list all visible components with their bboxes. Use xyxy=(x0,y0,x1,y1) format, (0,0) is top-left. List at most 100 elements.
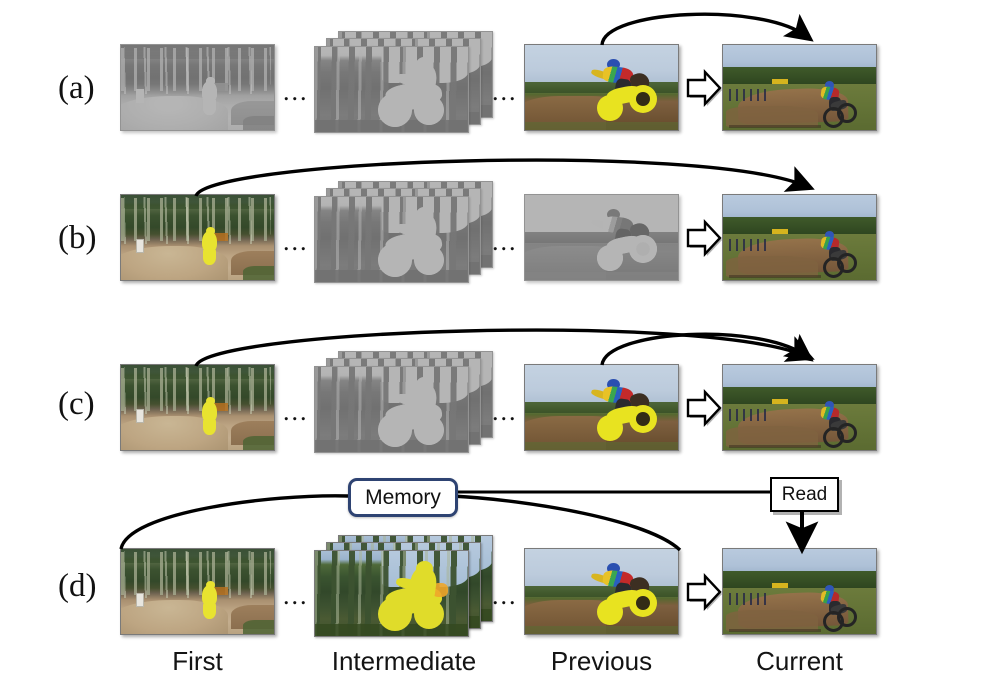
figure-canvas: (a) ... ... (b) ... ... (c) ... ... (d) … xyxy=(0,0,998,690)
track-shadow-strip xyxy=(729,274,821,279)
signpost xyxy=(136,239,145,254)
read-label: Read xyxy=(781,483,828,505)
scene-jump xyxy=(525,195,678,280)
rider-motorcycle xyxy=(376,57,454,132)
wheel-front-mask xyxy=(629,84,658,113)
scene-jump xyxy=(525,365,678,450)
wheel-front-mask xyxy=(629,404,658,433)
ellipsis-a-1: ... xyxy=(283,77,309,106)
frame-stack-b-intermediate xyxy=(314,181,494,283)
rider-legs xyxy=(203,247,217,265)
frame-b-intermediate-1 xyxy=(314,196,469,283)
wheel-front xyxy=(836,606,857,627)
dirt-track-lower xyxy=(726,610,818,631)
rider-motorcycle-masked xyxy=(376,561,454,636)
grass-patch xyxy=(243,620,274,634)
wheel-front xyxy=(836,252,857,273)
frame-a-intermediate-1 xyxy=(314,46,469,133)
frame-c-current xyxy=(722,364,877,451)
spectators xyxy=(729,239,769,252)
signpost xyxy=(136,409,145,424)
scene-forest xyxy=(121,195,274,280)
frame-d-previous xyxy=(524,548,679,635)
ellipsis-c-2: ... xyxy=(492,397,518,426)
dirt-track-lower xyxy=(726,256,818,277)
tree-trunks-highlight xyxy=(124,550,271,599)
track-shadow-strip xyxy=(729,628,821,633)
arrow-b-first-to-current xyxy=(194,158,815,197)
row-label-c: (c) xyxy=(58,386,95,422)
ellipsis-b-2: ... xyxy=(492,227,518,256)
tree-trunks-highlight xyxy=(124,196,271,245)
grass-strip xyxy=(525,625,678,634)
block-arrow-d xyxy=(686,572,722,612)
grass-patch xyxy=(243,116,274,130)
rider-airborne xyxy=(589,208,667,273)
signpost xyxy=(136,593,145,608)
scene-intermediate xyxy=(315,367,468,452)
grass-strip xyxy=(525,441,678,450)
spectators xyxy=(729,409,769,422)
memory-label: Memory xyxy=(365,485,441,509)
rider-standing-masked xyxy=(199,226,220,265)
scene-jump xyxy=(525,549,678,634)
frame-b-current xyxy=(722,194,877,281)
scene-track xyxy=(723,45,876,130)
rider-standing-masked xyxy=(199,580,220,619)
block-arrow-b xyxy=(686,218,722,258)
row-label-d: (d) xyxy=(58,568,97,604)
scene-forest xyxy=(121,549,274,634)
grass-patch xyxy=(243,266,274,280)
spectators xyxy=(729,593,769,606)
ellipsis-a-2: ... xyxy=(492,77,518,106)
banner xyxy=(771,399,788,404)
wheel-rear-mask xyxy=(597,414,624,441)
scene-forest xyxy=(121,365,274,450)
rider-on-track xyxy=(815,80,857,128)
rider-on-track xyxy=(815,230,857,278)
read-box[interactable]: Read xyxy=(770,477,839,512)
rider-airborne-masked xyxy=(589,58,667,123)
rider-legs xyxy=(203,601,217,619)
arrow-c-first-to-current xyxy=(194,328,815,367)
scene-track xyxy=(723,365,876,450)
caption-first: First xyxy=(172,646,223,676)
rider-airborne-masked xyxy=(589,378,667,443)
frame-c-first xyxy=(120,364,275,451)
ellipsis-d-1: ... xyxy=(283,581,309,610)
row-label-a: (a) xyxy=(58,70,95,106)
rider-airborne-masked xyxy=(589,562,667,627)
grass-strip xyxy=(525,121,678,130)
arrow-c-previous-to-current xyxy=(600,332,814,366)
scene-jump xyxy=(525,45,678,130)
frame-stack-c-intermediate xyxy=(314,351,494,453)
rider-legs xyxy=(203,97,217,115)
signpost xyxy=(136,89,145,104)
memory-box[interactable]: Memory xyxy=(348,478,458,517)
dirt-track-lower xyxy=(726,426,818,447)
scene-track xyxy=(723,549,876,634)
caption-intermediate: Intermediate xyxy=(331,646,477,676)
rider-on-track xyxy=(815,400,857,448)
rider-standing-masked xyxy=(199,396,220,435)
arrow-a-previous-to-current xyxy=(600,12,814,46)
wheel-front xyxy=(836,422,857,443)
banner xyxy=(771,229,788,234)
grass-strip xyxy=(525,271,678,280)
scene-forest xyxy=(121,45,274,130)
spectators xyxy=(729,89,769,102)
dirt-track-lower xyxy=(726,106,818,127)
tree-trunks-highlight xyxy=(124,366,271,415)
tree-trunks-highlight xyxy=(124,46,271,95)
ellipsis-c-1: ... xyxy=(283,397,309,426)
grass-patch xyxy=(243,436,274,450)
banner xyxy=(771,79,788,84)
frame-a-current xyxy=(722,44,877,131)
frame-c-intermediate-1 xyxy=(314,366,469,453)
banner xyxy=(771,583,788,588)
rider-motorcycle xyxy=(376,207,454,282)
scene-intermediate xyxy=(315,551,468,636)
rider-motorcycle xyxy=(376,377,454,452)
frame-d-current xyxy=(722,548,877,635)
frame-a-previous xyxy=(524,44,679,131)
